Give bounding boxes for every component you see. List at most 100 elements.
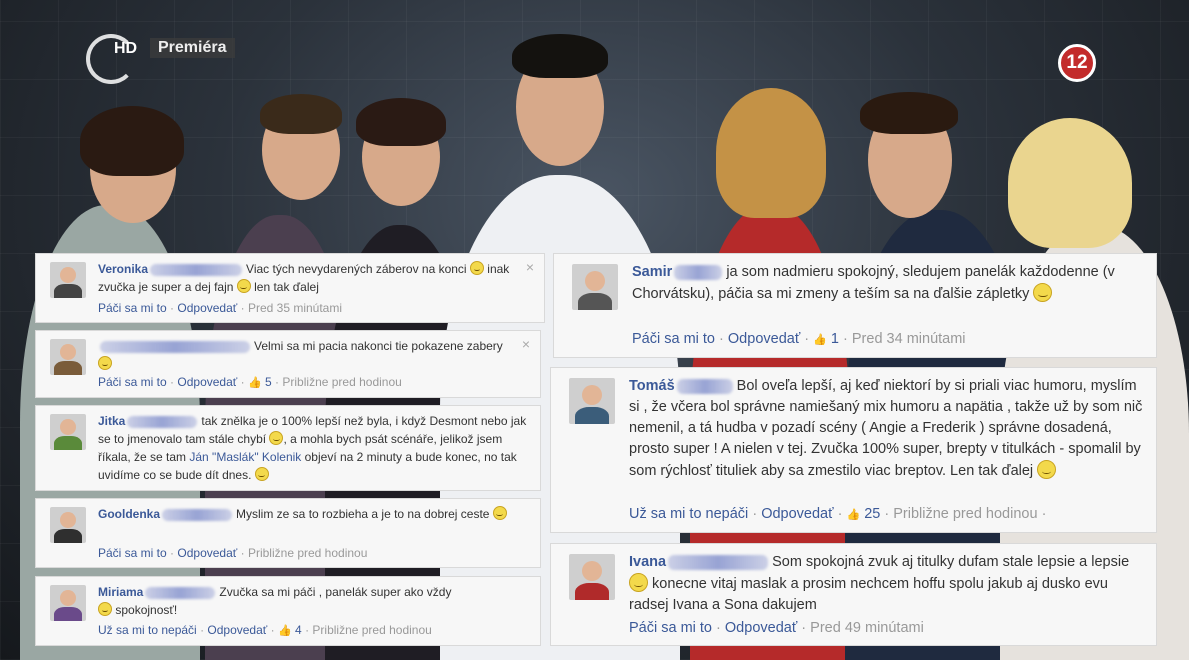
- commenter-name[interactable]: Tomáš: [629, 378, 675, 394]
- timestamp[interactable]: Pred 34 minútami: [852, 331, 966, 347]
- mention-link[interactable]: Ján "Maslák" Kolenik: [189, 450, 301, 464]
- cast-member-hair: [716, 88, 826, 218]
- like-link[interactable]: Páči sa mi to: [98, 375, 167, 389]
- comment-card: Miriama Zvučka sa mi páči , panelák super…: [35, 576, 541, 646]
- separator: ·: [884, 506, 890, 522]
- comment-actions: Páči sa mi to · Odpovedať · 👍 5 · Pribli…: [98, 373, 402, 392]
- cast-member-hair: [260, 94, 342, 134]
- thumbs-up-icon[interactable]: 👍: [248, 377, 262, 389]
- comment-actions: Už sa mi to nepáči · Odpovedať · 👍 25 · …: [629, 504, 1046, 526]
- avatar[interactable]: [50, 585, 86, 621]
- separator: ·: [170, 546, 175, 560]
- avatar-head: [60, 419, 76, 436]
- reply-link[interactable]: Odpovedať: [728, 331, 800, 347]
- timestamp[interactable]: Približne pred hodinou: [248, 546, 367, 560]
- commenter-name[interactable]: Miriama: [98, 585, 143, 599]
- blurred-surname: [676, 379, 733, 395]
- avatar-head: [60, 344, 76, 361]
- like-count[interactable]: 1: [831, 331, 839, 347]
- avatar[interactable]: [50, 339, 86, 375]
- unlike-link[interactable]: Už sa mi to nepáči: [98, 623, 197, 637]
- timestamp[interactable]: Pred 35 minútami: [248, 301, 342, 315]
- avatar[interactable]: [50, 414, 86, 450]
- timestamp[interactable]: Približne pred hodinou: [893, 506, 1037, 522]
- avatar-body: [54, 361, 82, 375]
- reply-link[interactable]: Odpovedať: [177, 546, 237, 560]
- smiley-icon: [236, 279, 251, 293]
- unlike-link[interactable]: Už sa mi to nepáči: [629, 506, 748, 522]
- avatar-body: [574, 582, 610, 600]
- reply-link[interactable]: Odpovedať: [761, 506, 833, 522]
- avatar[interactable]: [569, 378, 615, 424]
- commenter-name[interactable]: Ivana: [629, 554, 666, 570]
- like-link[interactable]: Páči sa mi to: [98, 301, 167, 315]
- reply-link[interactable]: Odpovedať: [207, 623, 267, 637]
- like-link[interactable]: Páči sa mi to: [629, 620, 712, 636]
- comment-body: Gooldenka Myslim ze sa to rozbieha a je t…: [98, 505, 528, 523]
- avatar-body: [54, 284, 82, 298]
- commenter-name[interactable]: Gooldenka: [98, 507, 160, 521]
- avatar[interactable]: [572, 264, 618, 310]
- comment-actions: Páči sa mi to · Odpovedať · Pred 35 minú…: [98, 299, 342, 317]
- comment-card: Gooldenka Myslim ze sa to rozbieha a je t…: [35, 498, 541, 568]
- separator: ·: [716, 620, 721, 636]
- avatar[interactable]: [50, 262, 86, 298]
- separator: ·: [305, 623, 310, 637]
- cast-member-hair: [860, 92, 958, 134]
- comment-body: Samir ja som nadmieru spokojný, sledujem …: [632, 262, 1144, 305]
- comment-body: Tomáš Bol oveľa lepší, aj keď niektorí by…: [629, 376, 1144, 482]
- reply-link[interactable]: Odpovedať: [177, 301, 237, 315]
- separator: ·: [170, 301, 175, 315]
- avatar[interactable]: [569, 554, 615, 600]
- blurred-surname: [674, 265, 723, 281]
- timestamp[interactable]: Približne pred hodinou: [282, 375, 401, 389]
- separator: ·: [752, 506, 758, 522]
- avatar-head: [60, 590, 76, 607]
- cast-member-hair: [1008, 118, 1132, 248]
- separator: ·: [837, 506, 843, 522]
- like-count[interactable]: 25: [864, 506, 880, 522]
- timestamp[interactable]: Pred 49 minútami: [810, 620, 924, 636]
- comment-card: Ivana Som spokojná zvuk aj titulky dufam …: [550, 543, 1157, 646]
- separator: ·: [240, 301, 245, 315]
- commenter-name[interactable]: Samir: [632, 264, 672, 280]
- reply-link[interactable]: Odpovedať: [725, 620, 797, 636]
- avatar[interactable]: [50, 507, 86, 543]
- separator: ·: [804, 331, 810, 347]
- separator: ·: [719, 331, 724, 347]
- like-count[interactable]: 4: [295, 623, 302, 637]
- blurred-surname: [150, 264, 243, 277]
- like-count[interactable]: 5: [265, 375, 272, 389]
- commenter-name[interactable]: Jitka: [98, 414, 125, 428]
- comment-text: konecne vitaj maslak a prosim nechcem ho…: [629, 576, 1108, 613]
- like-link[interactable]: Páči sa mi to: [98, 546, 167, 560]
- separator: ·: [1041, 506, 1047, 522]
- reply-link[interactable]: Odpovedať: [177, 375, 237, 389]
- channel-logo: HD: [86, 34, 138, 84]
- comment-body: Velmi sa mi pacia nakonci tie pokazene z…: [98, 337, 528, 373]
- comment-text: spokojnosť!: [115, 603, 178, 617]
- smiley-icon: [1033, 283, 1053, 302]
- like-link[interactable]: Páči sa mi to: [632, 331, 715, 347]
- blurred-surname: [162, 509, 233, 522]
- separator: ·: [275, 375, 280, 389]
- premiere-label: Premiéra: [150, 38, 235, 58]
- thumbs-up-icon[interactable]: 👍: [846, 509, 860, 521]
- comment-text: Som spokojná zvuk aj titulky dufam stale…: [772, 554, 1130, 570]
- separator: ·: [170, 375, 175, 389]
- commenter-name[interactable]: Veronika: [98, 262, 148, 276]
- comment-card: × Velmi sa mi pacia nakonci tie pokazene…: [35, 330, 541, 398]
- thumbs-up-icon[interactable]: 👍: [813, 334, 827, 346]
- comment-actions: Páči sa mi to · Odpovedať · 👍 1 · Pred 3…: [632, 329, 966, 351]
- hd-label: HD: [114, 40, 138, 57]
- avatar-body: [54, 607, 82, 621]
- separator: ·: [270, 623, 275, 637]
- thumbs-up-icon[interactable]: 👍: [278, 625, 292, 637]
- cast-member-hair: [80, 106, 184, 176]
- cast-member-hair: [512, 34, 608, 78]
- comment-card: × Veronika Viac tých nevydarených záberov…: [35, 253, 545, 323]
- timestamp[interactable]: Približne pred hodinou: [312, 623, 431, 637]
- avatar-body: [574, 406, 610, 424]
- smiley-icon: [469, 261, 484, 275]
- smiley-icon: [492, 506, 507, 520]
